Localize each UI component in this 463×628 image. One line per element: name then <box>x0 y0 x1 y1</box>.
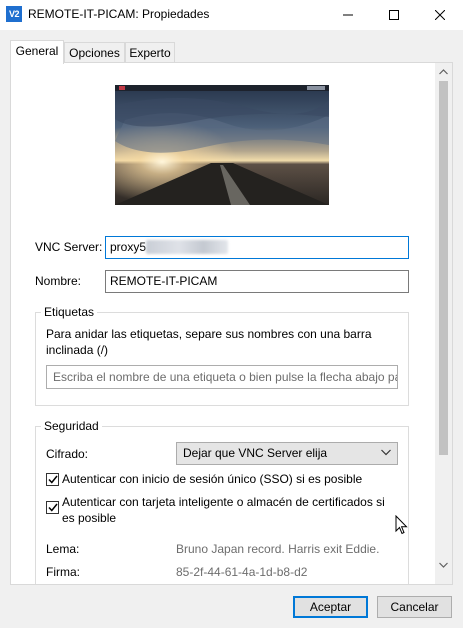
accept-button[interactable]: Aceptar <box>293 596 368 618</box>
desktop-preview-image <box>115 85 329 205</box>
signature-value: 85-2f-44-61-4a-1d-b8-d2 <box>176 565 308 579</box>
name-value: REMOTE-IT-PICAM <box>110 274 218 288</box>
smartcard-label[interactable]: Autenticar con tarjeta inteligente o alm… <box>62 494 397 526</box>
mouse-cursor-icon <box>395 515 408 535</box>
tags-group-title: Etiquetas <box>41 305 98 319</box>
window-title: REMOTE-IT-PICAM: Propiedades <box>28 7 210 21</box>
motto-label: Lema: <box>46 542 80 556</box>
sso-checkbox[interactable] <box>46 473 59 486</box>
chevron-down-icon <box>439 562 448 568</box>
scrollbar-thumb[interactable] <box>439 81 448 455</box>
minimize-icon <box>343 14 353 16</box>
vnc-server-label: VNC Server: <box>35 240 103 254</box>
tab-general[interactable]: General <box>10 40 64 64</box>
vnc-viewer-icon: V2 <box>6 6 22 22</box>
tags-input[interactable]: Escriba el nombre de una etiqueta o bien… <box>46 365 398 389</box>
scroll-up-button[interactable] <box>435 63 452 80</box>
redacted-mask <box>146 240 229 254</box>
encryption-label: Cifrado: <box>46 447 89 461</box>
encryption-select[interactable]: Dejar que VNC Server elija <box>176 442 398 465</box>
encryption-selected-value: Dejar que VNC Server elija <box>183 446 328 460</box>
checkmark-icon <box>48 475 58 484</box>
cancel-button[interactable]: Cancelar <box>377 596 452 618</box>
title-bar: V2 REMOTE-IT-PICAM: Propiedades <box>0 0 463 30</box>
vnc-server-input[interactable]: proxy5 <box>105 236 409 259</box>
close-button[interactable] <box>417 0 463 30</box>
sso-label[interactable]: Autenticar con inicio de sesión único (S… <box>62 471 402 487</box>
minimize-button[interactable] <box>325 0 371 30</box>
name-label: Nombre: <box>35 274 82 288</box>
vnc-server-value: proxy5 <box>110 240 147 254</box>
security-group: Seguridad Cifrado: Dejar que VNC Server … <box>35 419 409 584</box>
maximize-icon <box>389 10 399 20</box>
smartcard-checkbox[interactable] <box>46 501 59 514</box>
motto-value: Bruno Japan record. Harris exit Eddie. <box>176 542 380 556</box>
checkmark-icon <box>48 503 58 512</box>
maximize-button[interactable] <box>371 0 417 30</box>
security-group-title: Seguridad <box>41 419 102 433</box>
signature-label: Firma: <box>46 565 80 579</box>
tags-hint: Para anidar las etiquetas, separe sus no… <box>46 327 372 357</box>
tab-options[interactable]: Opciones <box>64 42 125 63</box>
close-icon <box>435 10 445 20</box>
tab-expert[interactable]: Experto <box>125 42 175 63</box>
name-input[interactable]: REMOTE-IT-PICAM <box>105 270 409 293</box>
tags-group: Etiquetas Para anidar las etiquetas, sep… <box>35 305 409 406</box>
vertical-scrollbar[interactable] <box>435 63 452 584</box>
scroll-down-button[interactable] <box>435 556 452 573</box>
chevron-down-icon <box>381 449 391 456</box>
general-panel: VNC Server: proxy5 Nombre: REMOTE-IT-PIC… <box>10 62 453 585</box>
chevron-up-icon <box>439 68 448 74</box>
